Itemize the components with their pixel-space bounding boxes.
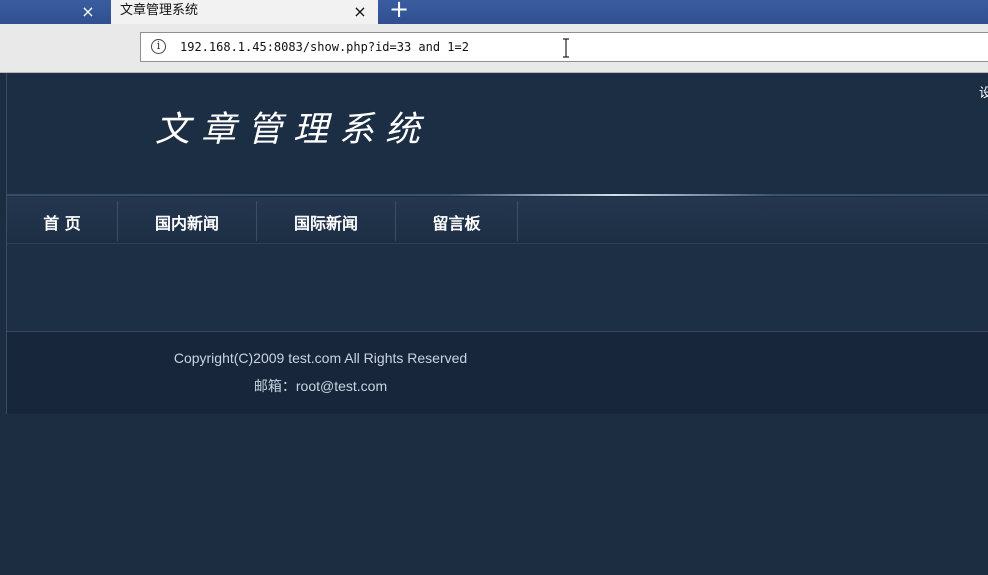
main-menu: 首 页 国内新闻 国际新闻 留言板 <box>7 197 988 244</box>
site-header: 文章管理系统 设 <box>7 73 988 195</box>
web-page: 文章管理系统 设 首 页 国内新闻 国际新闻 留言板 Copyright(C)2… <box>0 73 988 575</box>
menu-divider <box>517 201 518 241</box>
main-content <box>7 244 988 331</box>
url-text[interactable]: 192.168.1.45:8083/show.php?id=33 and 1=2 <box>180 33 469 61</box>
text-cursor-icon <box>563 38 569 58</box>
menu-item-message-board[interactable]: 留言板 <box>396 197 517 243</box>
previous-tab[interactable]: × <box>0 0 110 24</box>
footer-text: Copyright(C)2009 test.com All Rights Res… <box>0 348 972 404</box>
header-divider <box>7 194 988 196</box>
menu-item-home[interactable]: 首 页 <box>7 197 117 243</box>
info-icon[interactable]: i <box>151 39 166 54</box>
menu-item-domestic-news[interactable]: 国内新闻 <box>118 197 256 243</box>
site-footer: Copyright(C)2009 test.com All Rights Res… <box>7 332 988 414</box>
browser-toolbar: i 192.168.1.45:8083/show.php?id=33 and 1… <box>0 24 988 73</box>
close-icon[interactable]: × <box>350 0 370 24</box>
copyright-text: Copyright(C)2009 test.com All Rights Res… <box>173 350 468 366</box>
address-bar[interactable]: i 192.168.1.45:8083/show.php?id=33 and 1… <box>140 32 988 62</box>
browser-tab-bar: × 文章管理系统 × + <box>0 0 988 24</box>
active-tab[interactable]: 文章管理系统 × <box>111 0 378 24</box>
top-right-link[interactable]: 设 <box>979 82 988 101</box>
site-title: 文章管理系统 <box>155 110 432 150</box>
new-tab-button[interactable]: + <box>384 0 414 24</box>
menu-item-international-news[interactable]: 国际新闻 <box>257 197 395 243</box>
close-icon[interactable]: × <box>78 0 98 24</box>
contact-email: 邮箱：root@test.com <box>253 378 388 394</box>
tab-title: 文章管理系统 <box>120 3 199 18</box>
